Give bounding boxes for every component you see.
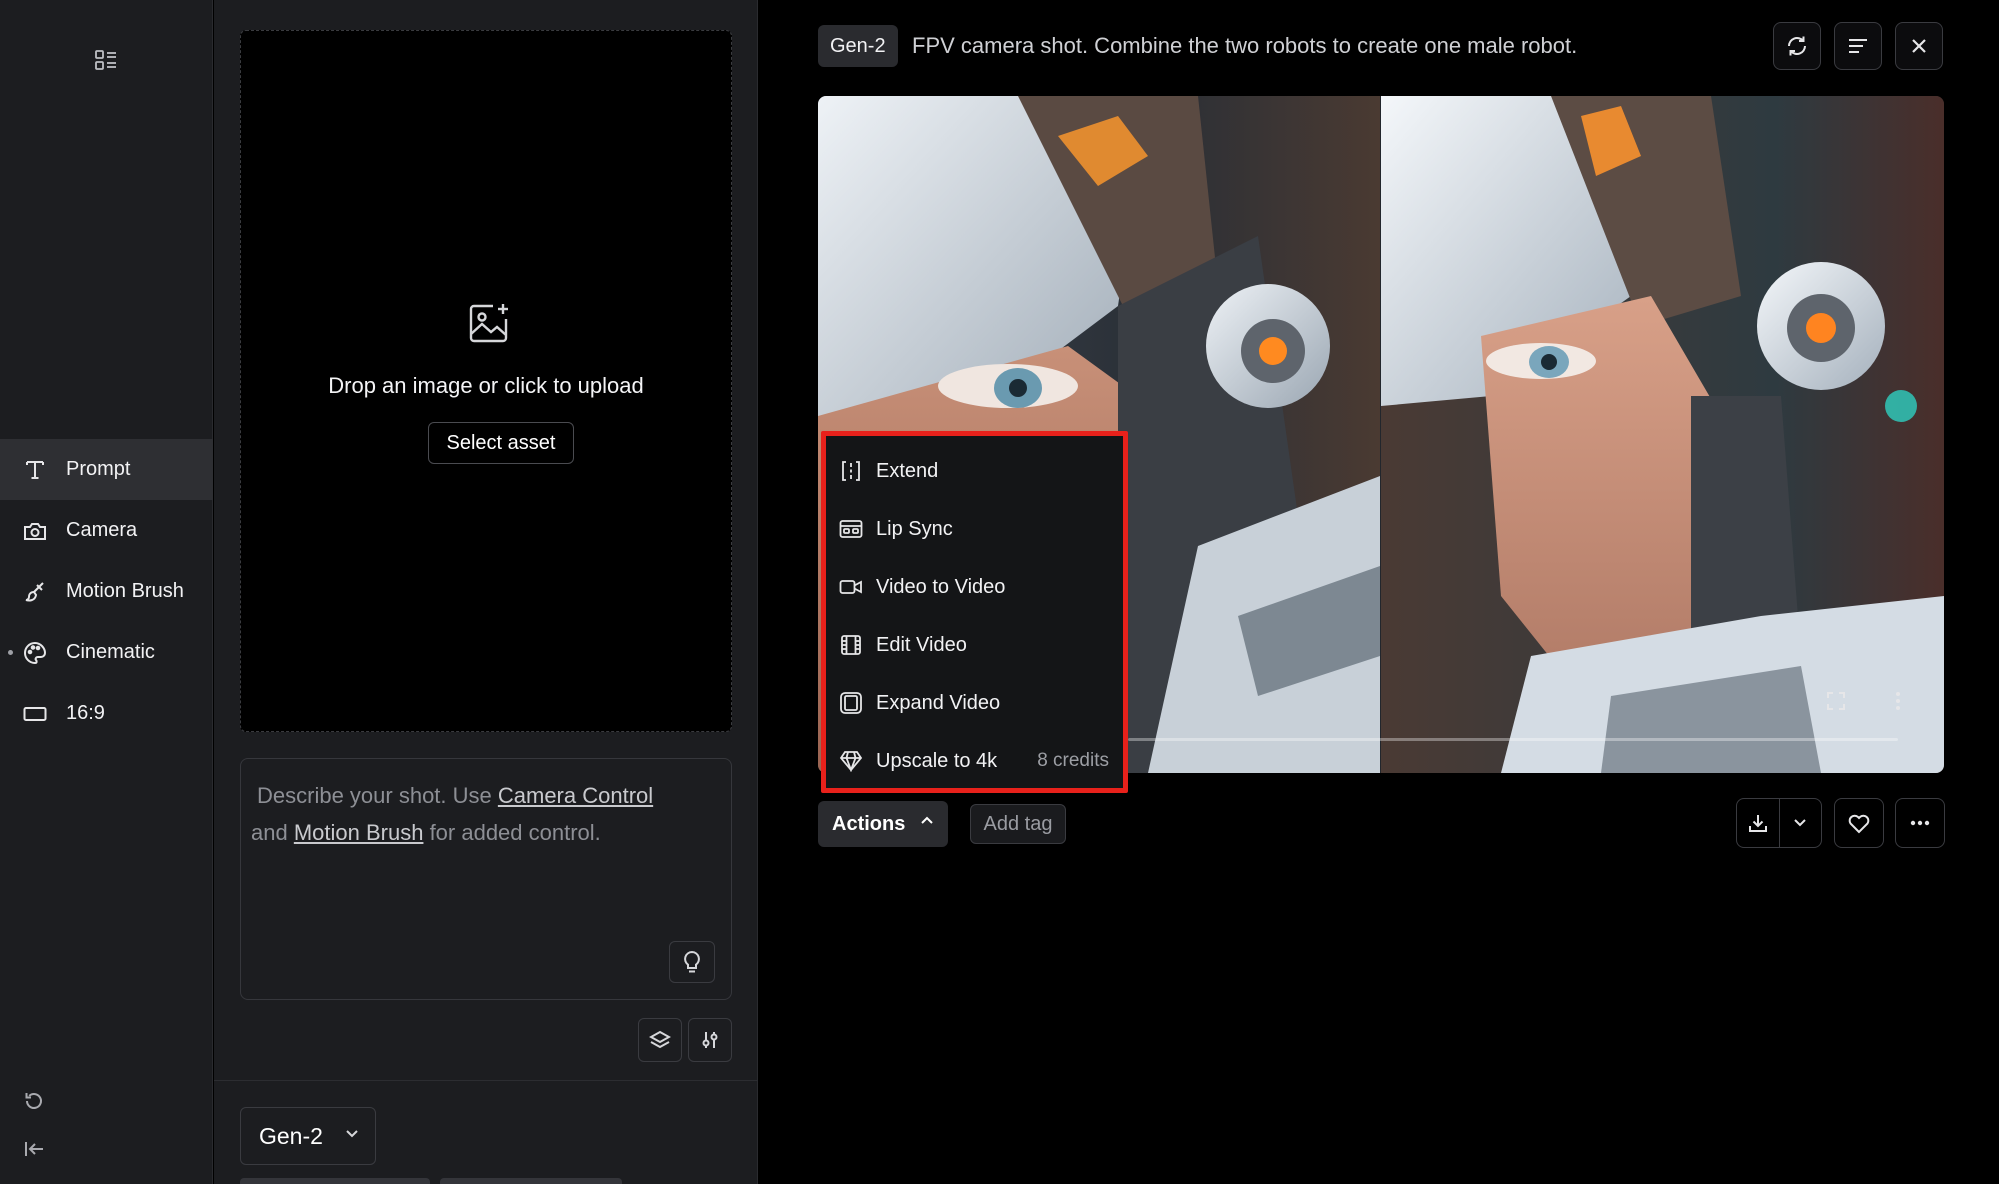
menu-item-lip-sync[interactable]: Lip Sync — [826, 500, 1123, 558]
menu-item-label: Upscale to 4k — [876, 749, 998, 772]
add-tag-button[interactable]: Add tag — [970, 804, 1066, 844]
menu-item-upscale-4k[interactable]: Upscale to 4k 8 credits — [826, 732, 1123, 790]
text-t-icon — [22, 457, 48, 483]
more-horizontal-icon — [1910, 820, 1930, 826]
prompt-textarea[interactable]: Describe your shot. Use Camera Control a… — [240, 758, 732, 1000]
sidebar-item-label: 16:9 — [66, 702, 105, 724]
model-badge: Gen-2 — [818, 25, 898, 67]
favorite-button[interactable] — [1834, 798, 1884, 848]
fullscreen-icon[interactable] — [1823, 688, 1849, 714]
tool-list: Prompt Camera Motion Brush Cinematic 16:… — [0, 439, 213, 744]
menu-item-label: Edit Video — [876, 633, 967, 656]
aspect-ratio-icon — [22, 701, 48, 727]
chevron-down-icon — [1793, 818, 1807, 828]
add-image-icon — [467, 301, 511, 345]
close-icon — [1910, 37, 1928, 55]
prompt-placeholder-text: and — [251, 820, 294, 845]
more-vertical-icon[interactable] — [1885, 688, 1911, 714]
camera-icon — [22, 518, 48, 544]
sidebar-item-label: Prompt — [66, 458, 131, 480]
modified-indicator — [8, 650, 13, 655]
panel-toggle-icon[interactable] — [92, 48, 120, 72]
motion-brush-link[interactable]: Motion Brush — [294, 820, 424, 845]
menu-item-label: Lip Sync — [876, 517, 953, 540]
settings-button[interactable] — [688, 1018, 732, 1062]
sidebar-item-motion-brush[interactable]: Motion Brush — [0, 561, 213, 622]
refresh-icon — [1785, 34, 1809, 58]
prompt-ideas-button[interactable] — [669, 941, 715, 983]
video-camera-icon — [838, 574, 864, 600]
option-chip[interactable] — [440, 1178, 622, 1184]
palette-icon — [22, 640, 48, 666]
menu-item-video-to-video[interactable]: Video to Video — [826, 558, 1123, 616]
sidebar-item-label: Camera — [66, 519, 138, 541]
chevron-down-icon — [345, 1129, 359, 1139]
menu-item-label: Extend — [876, 459, 939, 482]
diamond-icon — [838, 748, 864, 774]
model-select-value: Gen-2 — [259, 1122, 323, 1149]
app-window: Prompt Camera Motion Brush Cinematic 16:… — [0, 0, 1999, 1184]
menu-item-edit-video[interactable]: Edit Video — [826, 616, 1123, 674]
text-align-icon — [1847, 37, 1869, 55]
credits-cost: 8 credits — [1037, 750, 1109, 771]
sidebar-item-prompt[interactable]: Prompt — [0, 439, 213, 500]
sidebar-item-aspect-ratio[interactable]: 16:9 — [0, 683, 213, 744]
menu-item-label: Expand Video — [876, 691, 1001, 714]
expand-frame-icon — [838, 690, 864, 716]
divider — [214, 1080, 758, 1081]
menu-item-expand-video[interactable]: Expand Video — [826, 674, 1123, 732]
download-button-group — [1736, 798, 1822, 848]
brush-icon — [22, 579, 48, 605]
extend-icon — [838, 458, 864, 484]
sidebar-item-cinematic[interactable]: Cinematic — [0, 622, 213, 683]
presets-button[interactable] — [638, 1018, 682, 1062]
prompt-placeholder-text: for added control. — [423, 820, 601, 845]
close-button[interactable] — [1895, 22, 1943, 70]
tool-sidebar: Prompt Camera Motion Brush Cinematic 16:… — [0, 0, 213, 1184]
download-button[interactable] — [1737, 799, 1779, 847]
details-button[interactable] — [1834, 22, 1882, 70]
chevron-up-icon — [920, 815, 934, 825]
generation-prompt-text: FPV camera shot. Combine the two robots … — [912, 33, 1578, 58]
select-asset-button[interactable]: Select asset — [428, 422, 574, 464]
camera-control-link[interactable]: Camera Control — [498, 783, 653, 808]
film-icon — [838, 632, 864, 658]
actions-menu: Extend Lip Sync Video to Video Edit Vide… — [821, 431, 1128, 793]
reset-icon[interactable] — [20, 1087, 48, 1115]
robot-frame-right — [1381, 96, 1944, 773]
sidebar-item-label: Cinematic — [66, 641, 155, 663]
input-panel: Drop an image or click to upload Select … — [214, 0, 758, 1184]
sidebar-item-label: Motion Brush — [66, 580, 184, 602]
menu-item-label: Video to Video — [876, 575, 1006, 598]
image-upload-dropzone[interactable]: Drop an image or click to upload Select … — [240, 30, 732, 732]
download-options-button[interactable] — [1779, 799, 1821, 847]
download-icon — [1748, 813, 1768, 833]
more-options-button[interactable] — [1895, 798, 1945, 848]
reuse-settings-button[interactable] — [1773, 22, 1821, 70]
lightbulb-icon — [682, 950, 702, 974]
sliders-icon — [699, 1029, 721, 1051]
dropzone-text: Drop an image or click to upload — [328, 373, 644, 398]
video-progress-bar[interactable] — [1128, 738, 1898, 741]
menu-item-extend[interactable]: Extend — [826, 442, 1123, 500]
layers-icon — [649, 1029, 671, 1051]
option-chip[interactable] — [240, 1178, 430, 1184]
sidebar-item-camera[interactable]: Camera — [0, 500, 213, 561]
collapse-sidebar-icon[interactable] — [20, 1135, 48, 1163]
actions-button[interactable]: Actions — [818, 801, 948, 847]
lip-sync-icon — [838, 516, 864, 542]
prompt-placeholder-text: Describe your shot. Use — [257, 783, 498, 808]
model-select[interactable]: Gen-2 — [240, 1107, 376, 1165]
actions-button-label: Actions — [832, 812, 906, 835]
heart-icon — [1847, 812, 1871, 834]
